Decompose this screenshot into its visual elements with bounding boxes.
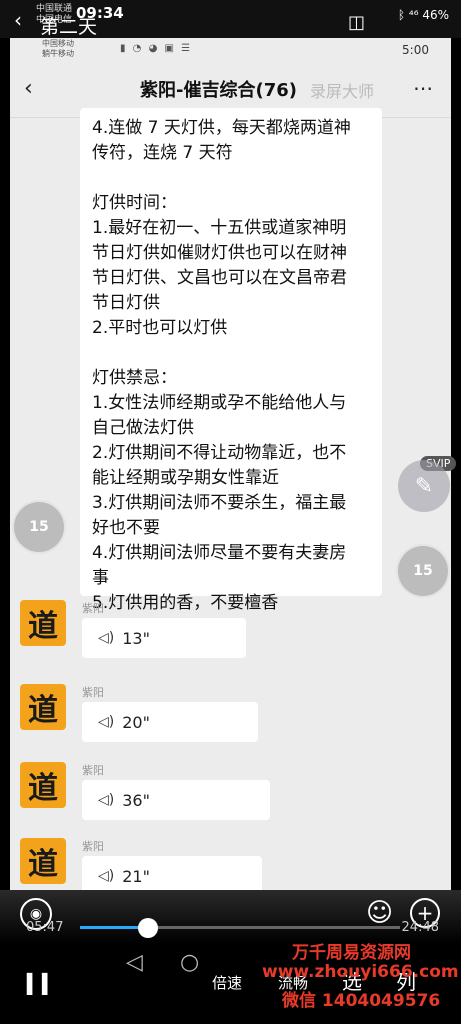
- back-arrow-icon[interactable]: ‹: [24, 76, 33, 101]
- avatar[interactable]: 道: [20, 762, 66, 808]
- rewind-15-button[interactable]: 15: [12, 500, 66, 554]
- voice-message: 道 紫阳 ◁) 20": [20, 684, 400, 754]
- avatar[interactable]: 道: [20, 838, 66, 884]
- status-icons: ▮ ◔ ◕ ▣ ☰: [120, 43, 193, 54]
- voice-bubble[interactable]: ◁) 36": [82, 780, 270, 820]
- text-message-bubble: 4.连做 7 天灯供，每天都烧两道神 传符，连烧 7 天符 灯供时间： 1.最好…: [80, 108, 382, 613]
- voice-duration: 20": [122, 712, 150, 732]
- recorder-watermark: 录屏大师: [310, 82, 375, 101]
- pause-icon[interactable]: II: [24, 968, 54, 1003]
- ad-line-2: www.zhouyi666.com: [262, 962, 459, 982]
- chevron-left-icon[interactable]: ‹: [14, 8, 22, 32]
- voice-wave-icon: ◁): [98, 714, 115, 730]
- voice-wave-icon: ◁): [98, 792, 115, 808]
- sender-name: 紫阳: [82, 840, 104, 853]
- voice-bubble[interactable]: ◁) 20": [82, 702, 258, 742]
- voice-message: 道 紫阳 ◁) 21": [20, 838, 400, 898]
- inner-carrier: 中国移动 躺牛移动: [42, 39, 74, 59]
- more-icon[interactable]: ⋯: [413, 76, 433, 100]
- current-time: 05:47: [26, 920, 64, 935]
- forward-label: 15: [413, 563, 433, 579]
- outer-status-bar: 中国联通 中国电信 ‹ 第二天 09:34 ◫ ᛒ ⁴⁶ 46%: [0, 0, 461, 38]
- inner-status-bar: 中国移动 躺牛移动 ▮ ◔ ◕ ▣ ☰ 5:00: [10, 38, 451, 62]
- voice-wave-icon: ◁): [98, 630, 115, 646]
- inner-time: 5:00: [402, 43, 429, 57]
- voice-bubble[interactable]: ◁) 13": [82, 618, 246, 658]
- nav-back-icon[interactable]: ◁: [126, 950, 143, 975]
- avatar[interactable]: 道: [20, 684, 66, 730]
- ad-line-3: 微信 1404049576: [282, 991, 441, 1011]
- player-controls: ◉ ☺ + 05:47 24:48 II ◁ ○ 倍速 流畅 选 列 万千周易资…: [0, 890, 461, 1024]
- speed-button[interactable]: 倍速: [212, 972, 242, 993]
- outer-right-status: ᛒ ⁴⁶ 46%: [397, 8, 449, 22]
- cast-icon[interactable]: ◫: [348, 12, 365, 33]
- voice-duration: 36": [122, 790, 150, 810]
- outer-time: 09:34: [76, 4, 124, 22]
- inner-carrier-line-1: 中国移动: [42, 39, 74, 48]
- emoji-icon[interactable]: ☺: [366, 898, 393, 928]
- avatar[interactable]: 道: [20, 600, 66, 646]
- voice-message: 道 紫阳 ◁) 13": [20, 600, 400, 670]
- voice-message: 道 紫阳 ◁) 36": [20, 762, 400, 832]
- progress-track[interactable]: [80, 926, 400, 929]
- recorded-screen: 中国移动 躺牛移动 ▮ ◔ ◕ ▣ ☰ 5:00 ‹ 紫阳-催吉综合(76) 录…: [10, 38, 451, 898]
- voice-duration: 21": [122, 866, 150, 886]
- voice-duration: 13": [122, 628, 150, 648]
- ad-line-1: 万千周易资源网: [292, 943, 411, 963]
- voice-wave-icon: ◁): [98, 868, 115, 884]
- total-time: 24:48: [401, 920, 439, 935]
- sender-name: 紫阳: [82, 764, 104, 777]
- forward-15-button[interactable]: 15: [396, 544, 450, 598]
- message-text: 4.连做 7 天灯供，每天都烧两道神 传符，连烧 7 天符 灯供时间： 1.最好…: [92, 118, 351, 613]
- chat-title: 紫阳-催吉综合(76): [140, 80, 297, 101]
- sender-name: 紫阳: [82, 602, 104, 615]
- progress-thumb[interactable]: [138, 918, 158, 938]
- progress-fill: [80, 926, 144, 929]
- rewind-label: 15: [29, 519, 49, 535]
- pin-icon[interactable]: ✎: [398, 460, 450, 512]
- sender-name: 紫阳: [82, 686, 104, 699]
- inner-carrier-line-2: 躺牛移动: [42, 49, 74, 58]
- nav-home-icon[interactable]: ○: [180, 950, 199, 975]
